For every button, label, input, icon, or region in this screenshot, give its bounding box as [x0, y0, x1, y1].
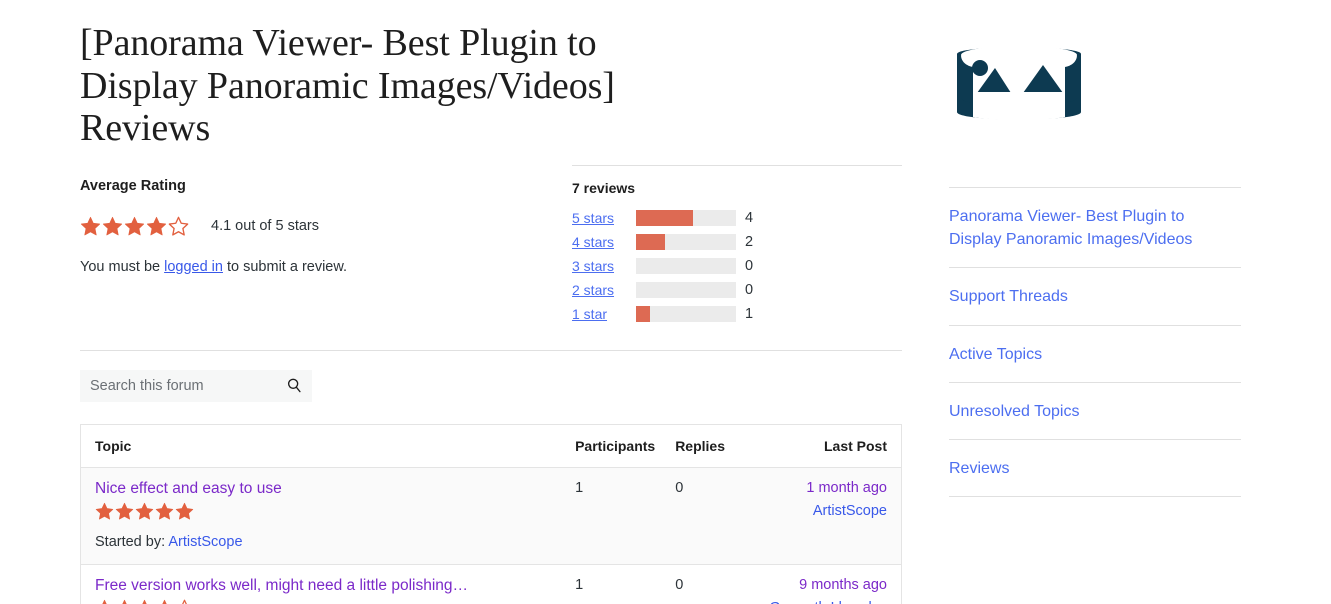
- star-filled-icon: [95, 502, 114, 520]
- last-post-cell: 1 month ago ArtistScope: [751, 467, 902, 565]
- participants-cell: 1: [561, 467, 662, 565]
- rating-bar-count: 0: [745, 257, 754, 274]
- rating-bar-row: 2 stars 0: [572, 278, 902, 302]
- topic-rating-stars: [95, 502, 547, 521]
- search-input[interactable]: [80, 369, 312, 402]
- rating-bar-fill: [636, 233, 665, 250]
- rating-bar-count: 0: [745, 281, 754, 298]
- rating-bar-fill: [636, 209, 693, 226]
- last-post-author-link[interactable]: ArtistScope: [765, 503, 887, 519]
- topic-rating-stars: [95, 599, 547, 604]
- sidebar-item: Support Threads: [949, 268, 1241, 326]
- star-filled-icon: [80, 216, 101, 235]
- rating-bar-track: [636, 233, 736, 250]
- topic-cell: Free version works well, might need a li…: [80, 564, 562, 604]
- sidebar-link-2[interactable]: Active Topics: [949, 343, 1241, 366]
- header-last-post: Last Post: [751, 424, 902, 468]
- sidebar-item: Panorama Viewer- Best Plugin to Display …: [949, 188, 1241, 269]
- rating-bar-count: 1: [745, 305, 754, 322]
- last-post-time-link[interactable]: 1 month ago: [765, 480, 887, 496]
- replies-cell: 0: [661, 467, 752, 565]
- main-content: [Panorama Viewer- Best Plugin to Display…: [80, 22, 902, 604]
- sidebar-item: Reviews: [949, 440, 1241, 498]
- rating-bar-row: 1 star 1: [572, 302, 902, 326]
- sidebar-link-3[interactable]: Unresolved Topics: [949, 400, 1241, 423]
- star-filled-icon: [102, 216, 123, 235]
- star-filled-icon: [146, 216, 167, 235]
- header-topic: Topic: [80, 424, 562, 468]
- section-divider: [80, 349, 902, 351]
- star-filled-icon: [162, 599, 167, 604]
- last-post-author-link[interactable]: Gwyneth Llewelyn: [765, 600, 887, 604]
- page-title: [Panorama Viewer- Best Plugin to Display…: [80, 22, 615, 150]
- rating-filter-1-star[interactable]: 1 star: [572, 306, 636, 322]
- rating-summary: Average Rating 4.1 out of 5 stars You mu…: [80, 164, 902, 336]
- table-row: Nice effect and easy to use Started by: A…: [80, 467, 902, 565]
- rating-filter-3-star[interactable]: 3 stars: [572, 258, 636, 274]
- rating-bar-row: 5 stars 4: [572, 206, 902, 230]
- rating-bar-count: 4: [745, 209, 754, 226]
- header-replies: Replies: [661, 424, 752, 468]
- rating-bar-track: [636, 281, 736, 298]
- last-post-time-link[interactable]: 9 months ago: [765, 577, 887, 593]
- logged-in-link[interactable]: logged in: [164, 259, 223, 275]
- star-filled-icon: [102, 599, 107, 604]
- sidebar-link-0[interactable]: Panorama Viewer- Best Plugin to Display …: [949, 205, 1241, 251]
- star-filled-icon: [122, 599, 127, 604]
- plugin-logo: [949, 40, 1241, 135]
- star-filled-icon: [124, 216, 145, 235]
- topics-table-head: Topic Participants Replies Last Post: [80, 424, 902, 468]
- rating-bar-count: 2: [745, 233, 754, 250]
- sidebar-item: Unresolved Topics: [949, 383, 1241, 440]
- participants-cell: 1: [561, 564, 662, 604]
- topics-table-body: Nice effect and easy to use Started by: A…: [80, 467, 902, 604]
- topic-title-link[interactable]: Nice effect and easy to use: [95, 480, 282, 498]
- topics-table: Topic Participants Replies Last Post Nic…: [80, 423, 902, 604]
- rating-bar-track: [636, 257, 736, 274]
- rating-bar-row: 3 stars 0: [572, 254, 902, 278]
- star-empty-icon: [168, 216, 189, 236]
- star-filled-icon: [135, 502, 154, 520]
- last-post-cell: 9 months ago Gwyneth Llewelyn: [751, 564, 902, 604]
- table-header-row: Topic Participants Replies Last Post: [80, 424, 902, 468]
- reviews-page: [Panorama Viewer- Best Plugin to Display…: [0, 0, 1331, 604]
- star-filled-icon: [115, 502, 134, 520]
- started-by: Started by: ArtistScope: [95, 533, 243, 550]
- rating-bar-fill: [636, 305, 650, 322]
- rating-filter-4-star[interactable]: 4 stars: [572, 234, 636, 250]
- rating-breakdown: 7 reviews 5 stars 4 4 stars 2 3 stars 0 2 star…: [572, 164, 902, 326]
- star-filled-icon: [175, 502, 194, 520]
- average-stars: [80, 216, 189, 237]
- forum-search: [80, 369, 312, 402]
- star-empty-icon: [181, 599, 188, 604]
- started-by-author-link[interactable]: ArtistScope: [168, 534, 242, 550]
- rating-filter-5-star[interactable]: 5 stars: [572, 210, 636, 226]
- sidebar-item: Active Topics: [949, 326, 1241, 383]
- rating-bar-row: 4 stars 2: [572, 230, 902, 254]
- search-icon: [287, 378, 301, 393]
- rating-filter-2-star[interactable]: 2 stars: [572, 282, 636, 298]
- header-participants: Participants: [561, 424, 662, 468]
- sidebar-nav: Panorama Viewer- Best Plugin to Display …: [949, 187, 1241, 498]
- sidebar: Panorama Viewer- Best Plugin to Display …: [949, 40, 1241, 498]
- topic-cell: Nice effect and easy to use Started by: A…: [80, 467, 562, 565]
- star-filled-icon: [155, 502, 174, 520]
- table-row: Free version works well, might need a li…: [80, 564, 902, 604]
- rating-bars: 5 stars 4 4 stars 2 3 stars 0 2 stars 0 1 star 1: [572, 206, 902, 326]
- reviews-count: 7 reviews: [572, 179, 636, 196]
- submit-note-prefix: You must be: [80, 258, 165, 275]
- search-button[interactable]: [280, 370, 308, 402]
- replies-cell: 0: [661, 564, 752, 604]
- topic-title-link[interactable]: Free version works well, might need a li…: [95, 577, 468, 595]
- average-rating-text: 4.1 out of 5 stars: [211, 218, 320, 235]
- sidebar-link-4[interactable]: Reviews: [949, 457, 1241, 480]
- panorama-logo-icon: [957, 46, 1081, 120]
- submit-note-suffix: to submit a review.: [222, 258, 348, 275]
- sidebar-link-1[interactable]: Support Threads: [949, 285, 1241, 308]
- rating-bar-track: [636, 305, 736, 322]
- rating-bar-track: [636, 209, 736, 226]
- star-filled-icon: [142, 599, 147, 604]
